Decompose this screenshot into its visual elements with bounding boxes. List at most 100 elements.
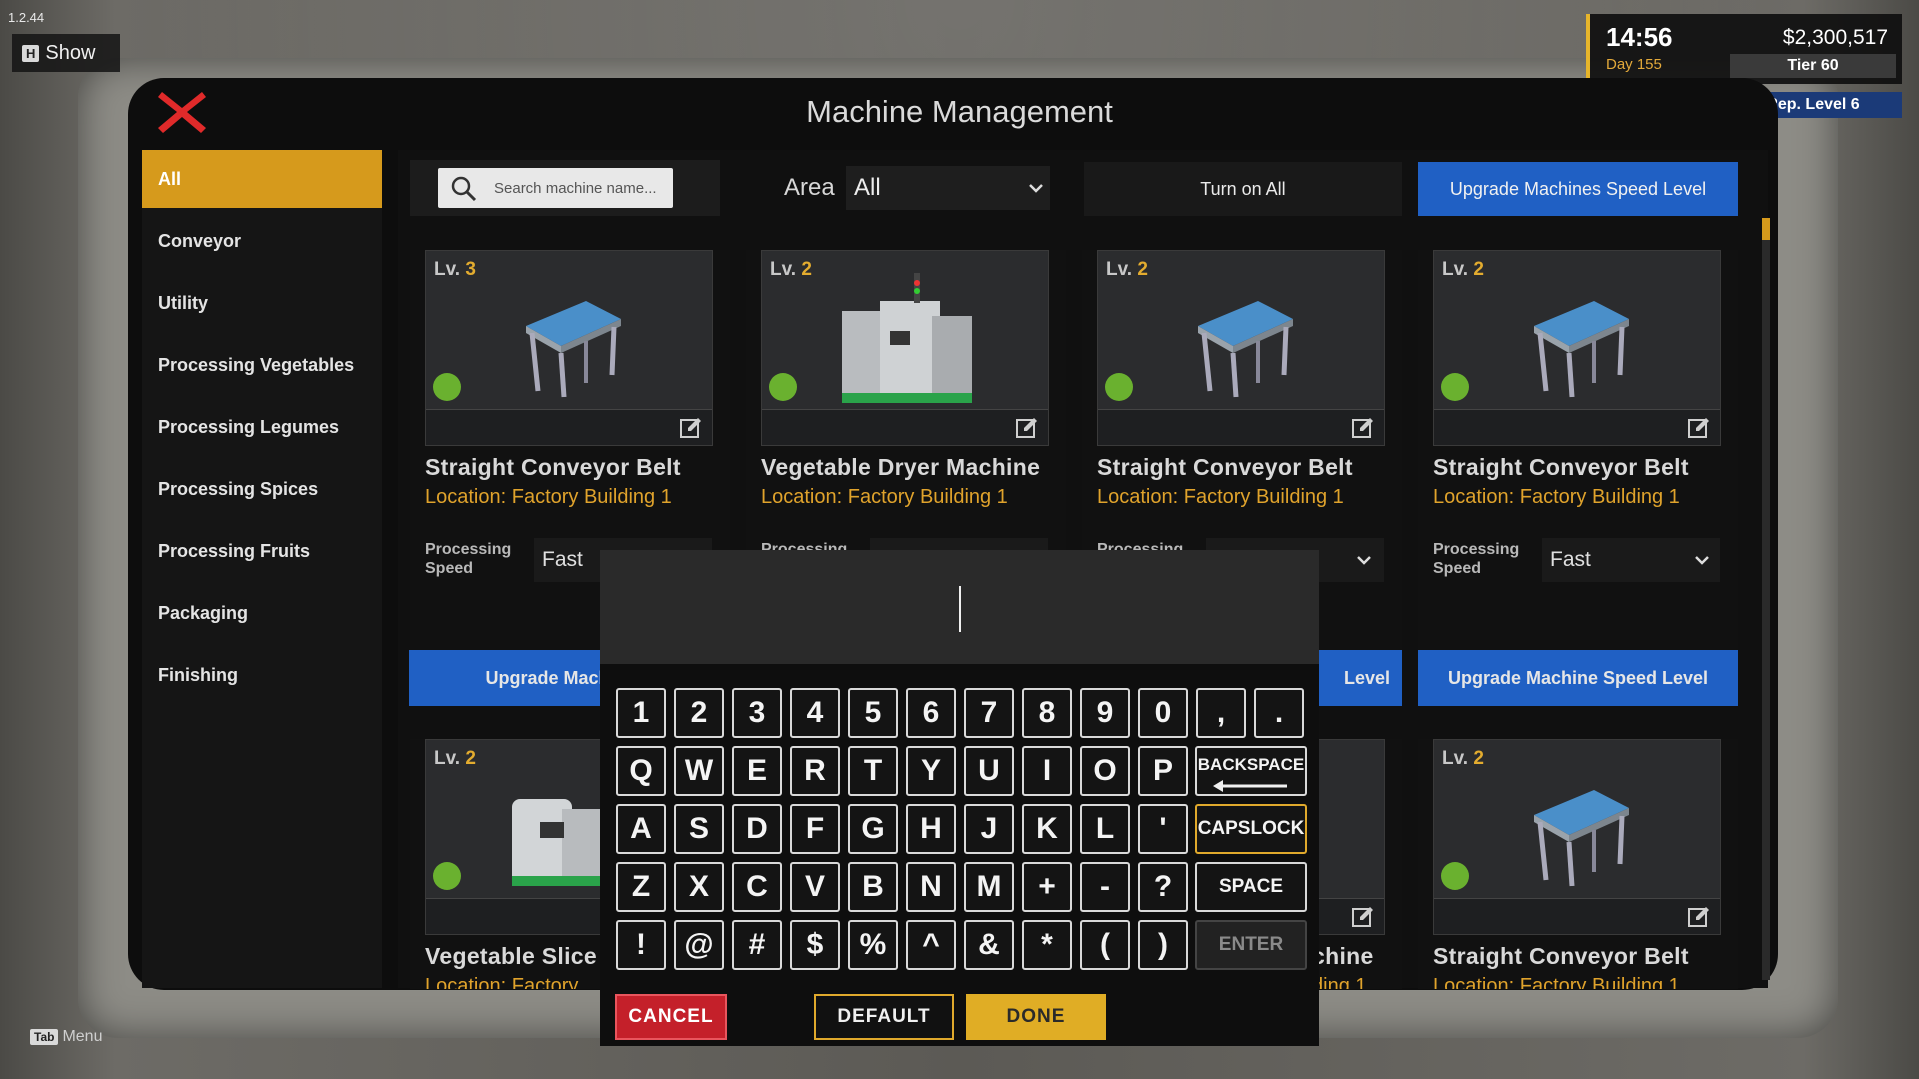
area-dropdown[interactable]: All	[846, 166, 1050, 210]
machine-name: Straight Conveyor Belt	[1433, 943, 1689, 969]
scrollbar-track[interactable]	[1762, 218, 1770, 980]
key-z[interactable]: Z	[616, 862, 666, 912]
version-label: 1.2.44	[8, 10, 45, 25]
machine-location: Location: Factory Building 1	[761, 486, 1008, 508]
key-d[interactable]: D	[732, 804, 782, 854]
key-4[interactable]: 4	[790, 688, 840, 738]
key-e[interactable]: E	[732, 746, 782, 796]
sidebar-item-finishing[interactable]: Finishing	[142, 646, 382, 704]
key-6[interactable]: 6	[906, 688, 956, 738]
key-t[interactable]: T	[848, 746, 898, 796]
key-enter[interactable]: ENTER	[1195, 920, 1307, 970]
key-symbol[interactable]: #	[732, 920, 782, 970]
key-symbol[interactable]: ?	[1138, 862, 1188, 912]
key-symbol[interactable]: +	[1022, 862, 1072, 912]
key-b[interactable]: B	[848, 862, 898, 912]
status-on-indicator	[769, 373, 797, 401]
keyboard-text-input[interactable]	[600, 550, 1319, 664]
key-y[interactable]: Y	[906, 746, 956, 796]
sidebar-item-packaging[interactable]: Packaging	[142, 584, 382, 642]
key-9[interactable]: 9	[1080, 688, 1130, 738]
key-0[interactable]: 0	[1138, 688, 1188, 738]
edit-icon[interactable]	[1688, 906, 1710, 928]
upgrade-machine-speed-button[interactable]: Upgrade Machine Speed Level	[1418, 650, 1738, 706]
edit-icon[interactable]	[1688, 417, 1710, 439]
key-x[interactable]: X	[674, 862, 724, 912]
show-hud-button[interactable]: H Show	[12, 34, 120, 72]
key-g[interactable]: G	[848, 804, 898, 854]
key-m[interactable]: M	[964, 862, 1014, 912]
machine-card[interactable]: Lv. 2 Straight Conveyor Belt Location: F…	[1418, 739, 1738, 989]
turn-on-all-button[interactable]: Turn on All	[1084, 162, 1402, 216]
key-s[interactable]: S	[674, 804, 724, 854]
key-backspace[interactable]: BACKSPACE	[1195, 746, 1307, 796]
text-caret	[959, 586, 961, 632]
key-c[interactable]: C	[732, 862, 782, 912]
key-symbol[interactable]: ,	[1196, 688, 1246, 738]
key-symbol[interactable]: )	[1138, 920, 1188, 970]
key-symbol[interactable]: *	[1022, 920, 1072, 970]
tab-menu-hint[interactable]: Tab Menu	[30, 1028, 102, 1046]
key-backspace-label: BACKSPACE	[1197, 755, 1305, 774]
sidebar-item-processing-legumes[interactable]: Processing Legumes	[142, 398, 382, 456]
key-a[interactable]: A	[616, 804, 666, 854]
key-symbol[interactable]: $	[790, 920, 840, 970]
key-symbol[interactable]: %	[848, 920, 898, 970]
processing-speed-dropdown[interactable]: Fast	[1542, 538, 1720, 582]
key-o[interactable]: O	[1080, 746, 1130, 796]
key-symbol[interactable]: -	[1080, 862, 1130, 912]
key-3[interactable]: 3	[732, 688, 782, 738]
machine-thumbnail: Lv. 3	[425, 250, 713, 446]
search-input[interactable]: Search machine name...	[438, 168, 673, 208]
sidebar-item-processing-fruits[interactable]: Processing Fruits	[142, 522, 382, 580]
key-r[interactable]: R	[790, 746, 840, 796]
sidebar-item-conveyor[interactable]: Conveyor	[142, 212, 382, 270]
key-1[interactable]: 1	[616, 688, 666, 738]
processing-speed-value: Fast	[542, 548, 583, 571]
key-symbol[interactable]: &	[964, 920, 1014, 970]
sidebar-item-utility[interactable]: Utility	[142, 274, 382, 332]
key-w[interactable]: W	[674, 746, 724, 796]
key-8[interactable]: 8	[1022, 688, 1072, 738]
key-symbol[interactable]: ^	[906, 920, 956, 970]
key-capslock[interactable]: CAPSLOCK	[1195, 804, 1307, 854]
cancel-button[interactable]: CANCEL	[615, 994, 727, 1040]
key-symbol[interactable]: !	[616, 920, 666, 970]
key-q[interactable]: Q	[616, 746, 666, 796]
upgrade-all-speed-button[interactable]: Upgrade Machines Speed Level	[1418, 162, 1738, 216]
done-button[interactable]: DONE	[966, 994, 1106, 1040]
edit-icon[interactable]	[1352, 417, 1374, 439]
status-on-indicator	[433, 862, 461, 890]
key-p[interactable]: P	[1138, 746, 1188, 796]
edit-icon[interactable]	[1016, 417, 1038, 439]
key-f[interactable]: F	[790, 804, 840, 854]
key-l[interactable]: L	[1080, 804, 1130, 854]
key-k[interactable]: K	[1022, 804, 1072, 854]
key-symbol[interactable]: .	[1254, 688, 1304, 738]
key-symbol[interactable]: '	[1138, 804, 1188, 854]
default-button[interactable]: DEFAULT	[814, 994, 954, 1040]
key-5[interactable]: 5	[848, 688, 898, 738]
key-symbol[interactable]: (	[1080, 920, 1130, 970]
edit-icon[interactable]	[1352, 906, 1374, 928]
key-symbol[interactable]: @	[674, 920, 724, 970]
key-h[interactable]: H	[906, 804, 956, 854]
key-j[interactable]: J	[964, 804, 1014, 854]
chevron-down-icon	[1695, 556, 1709, 565]
machine-card[interactable]: Lv. 2 Straight Conveyor Belt Location: F…	[1418, 250, 1738, 706]
scrollbar-thumb[interactable]	[1762, 218, 1770, 240]
key-v[interactable]: V	[790, 862, 840, 912]
area-value: All	[854, 174, 881, 201]
key-n[interactable]: N	[906, 862, 956, 912]
machine-level: Lv. 2	[1106, 259, 1148, 280]
edit-icon[interactable]	[680, 417, 702, 439]
search-icon	[451, 176, 477, 202]
sidebar-item-processing-vegetables[interactable]: Processing Vegetables	[142, 336, 382, 394]
sidebar-item-all[interactable]: All	[142, 150, 382, 208]
key-7[interactable]: 7	[964, 688, 1014, 738]
key-space[interactable]: SPACE	[1195, 862, 1307, 912]
key-u[interactable]: U	[964, 746, 1014, 796]
sidebar-item-processing-spices[interactable]: Processing Spices	[142, 460, 382, 518]
key-i[interactable]: I	[1022, 746, 1072, 796]
key-2[interactable]: 2	[674, 688, 724, 738]
